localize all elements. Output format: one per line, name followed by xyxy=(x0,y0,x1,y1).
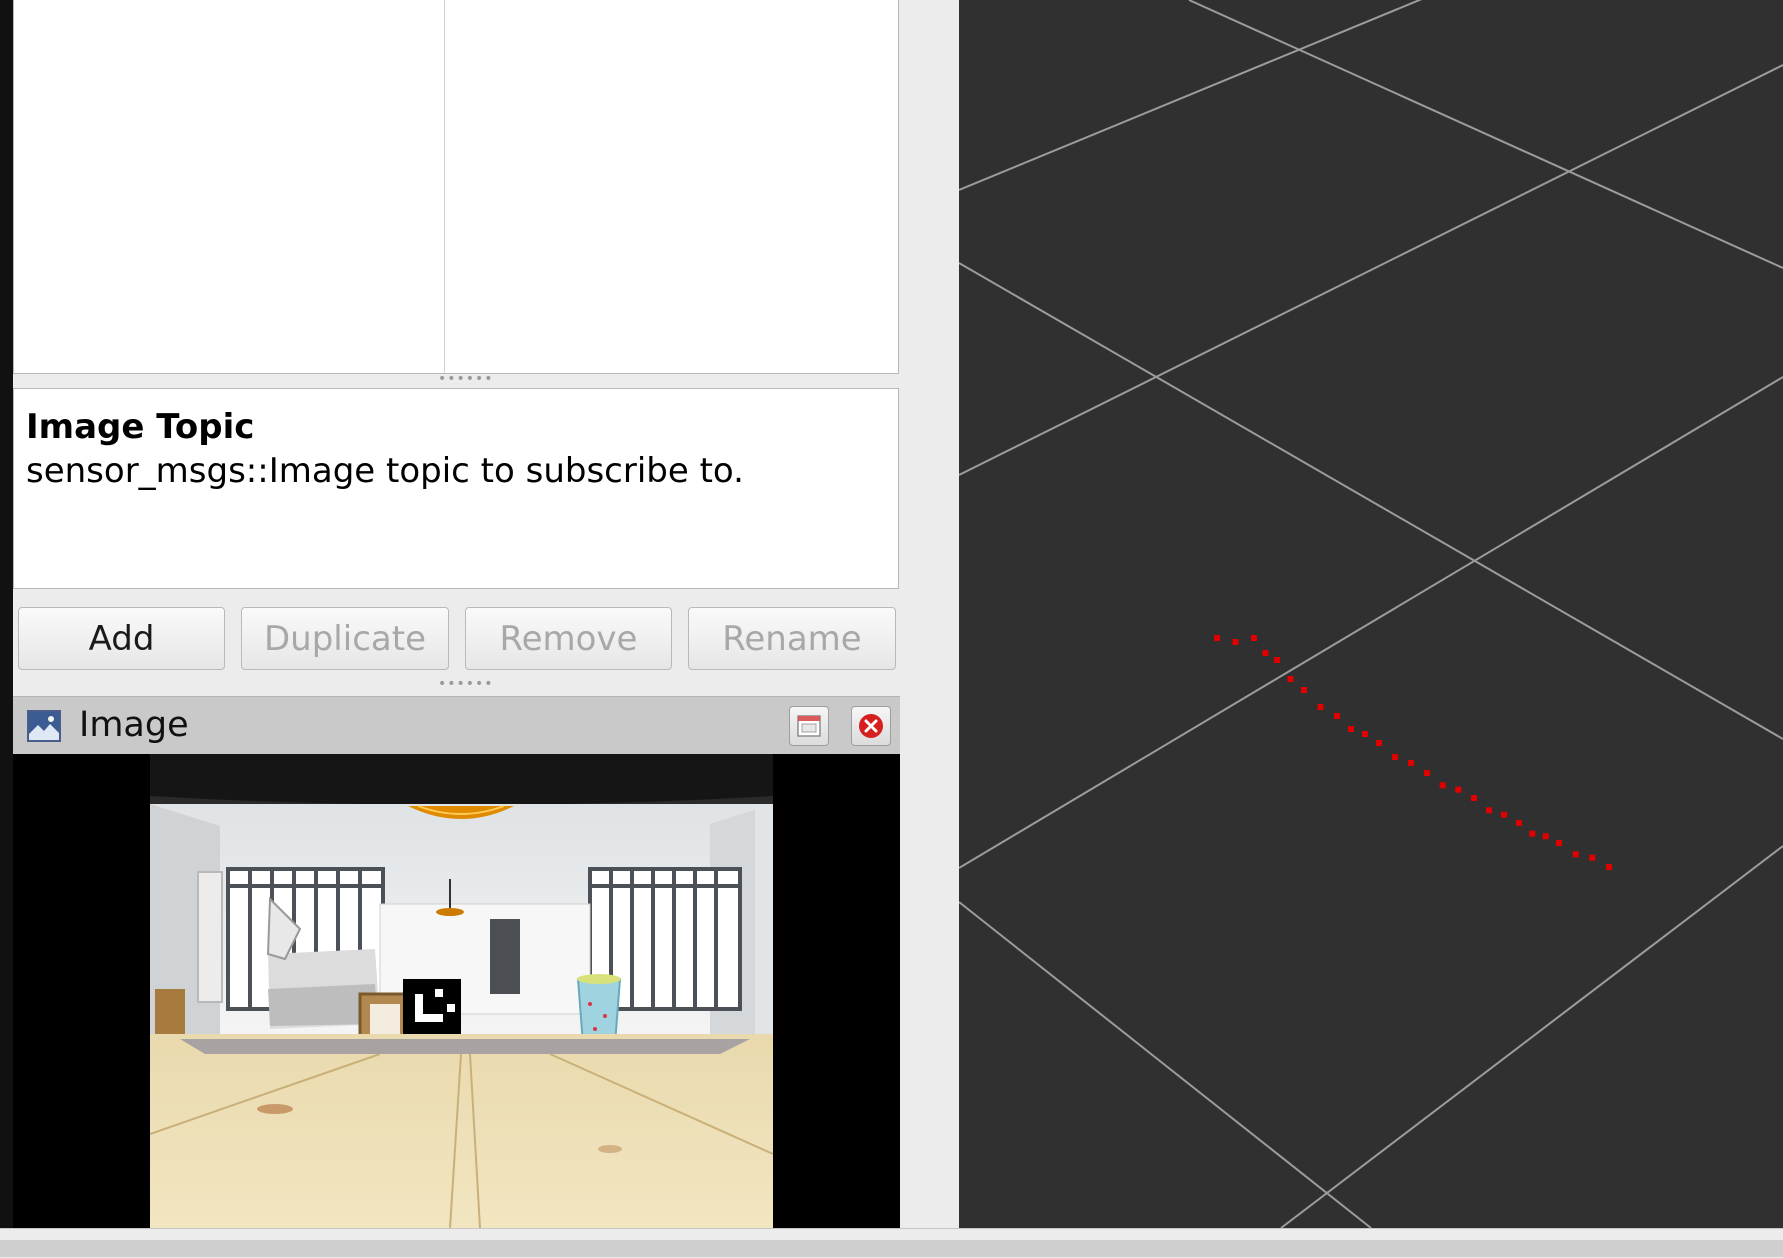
image-icon xyxy=(27,710,61,742)
close-button[interactable] xyxy=(851,706,891,746)
splitter-handle[interactable]: •••••• xyxy=(438,677,494,691)
scan-point xyxy=(1317,704,1324,710)
scan-point xyxy=(1251,635,1257,641)
scan-point xyxy=(1471,795,1477,801)
help-description: sensor_msgs::Image topic to subscribe to… xyxy=(26,451,744,491)
scan-point xyxy=(1455,786,1462,793)
scan-point xyxy=(1439,782,1446,789)
grid-and-points xyxy=(959,0,1783,1228)
scan-point xyxy=(1287,676,1294,682)
grid-line xyxy=(1280,845,1783,1228)
scan-point xyxy=(1589,854,1596,861)
scan-point xyxy=(1232,639,1239,645)
image-panel-header: Image xyxy=(13,696,900,754)
property-help-panel: Image Topic sensor_msgs::Image topic to … xyxy=(13,388,899,589)
tree-column-divider[interactable] xyxy=(444,0,445,373)
image-panel-title: Image xyxy=(79,705,189,745)
scan-point xyxy=(1301,687,1307,693)
scan-point xyxy=(1334,713,1340,719)
scan-point xyxy=(1572,851,1579,858)
scan-point xyxy=(1362,731,1368,737)
rviz-3d-viewport[interactable] xyxy=(959,0,1783,1228)
camera-frame-image xyxy=(150,754,773,1228)
scan-point xyxy=(1376,740,1382,746)
scan-point xyxy=(1516,820,1522,826)
grid-line xyxy=(1188,0,1783,269)
scan-point xyxy=(1529,830,1536,837)
grid-line xyxy=(959,376,1783,869)
scan-point xyxy=(1556,840,1562,846)
grid-line xyxy=(959,64,1783,476)
help-title: Image Topic xyxy=(26,407,255,447)
splitter-handle[interactable]: •••••• xyxy=(438,372,494,386)
grid-line xyxy=(959,0,1423,191)
scan-point xyxy=(1486,807,1492,814)
scan-point xyxy=(1606,864,1612,870)
scan-point xyxy=(1542,833,1549,840)
scan-point xyxy=(1408,760,1414,766)
rename-button[interactable]: Rename xyxy=(688,607,896,670)
undock-button[interactable] xyxy=(789,706,829,746)
add-button[interactable]: Add xyxy=(18,607,225,670)
grid-line xyxy=(959,901,1372,1228)
scan-point xyxy=(1392,754,1398,760)
laser-scan-points xyxy=(1214,635,1612,870)
scan-point xyxy=(1274,657,1280,663)
scan-point xyxy=(1424,770,1430,776)
left-window-edge xyxy=(0,0,13,1228)
scan-point xyxy=(1262,650,1269,656)
camera-image-view xyxy=(13,754,900,1228)
duplicate-button[interactable]: Duplicate xyxy=(241,607,449,670)
ground-grid xyxy=(959,0,1783,1228)
scan-point xyxy=(1501,811,1507,818)
undock-icon xyxy=(797,715,821,737)
close-icon xyxy=(859,714,883,738)
remove-button[interactable]: Remove xyxy=(465,607,672,670)
status-bar xyxy=(0,1240,1783,1257)
displays-tree-panel[interactable] xyxy=(13,0,899,374)
scan-point xyxy=(1214,635,1220,641)
scan-point xyxy=(1348,726,1354,732)
grid-line xyxy=(959,262,1783,740)
